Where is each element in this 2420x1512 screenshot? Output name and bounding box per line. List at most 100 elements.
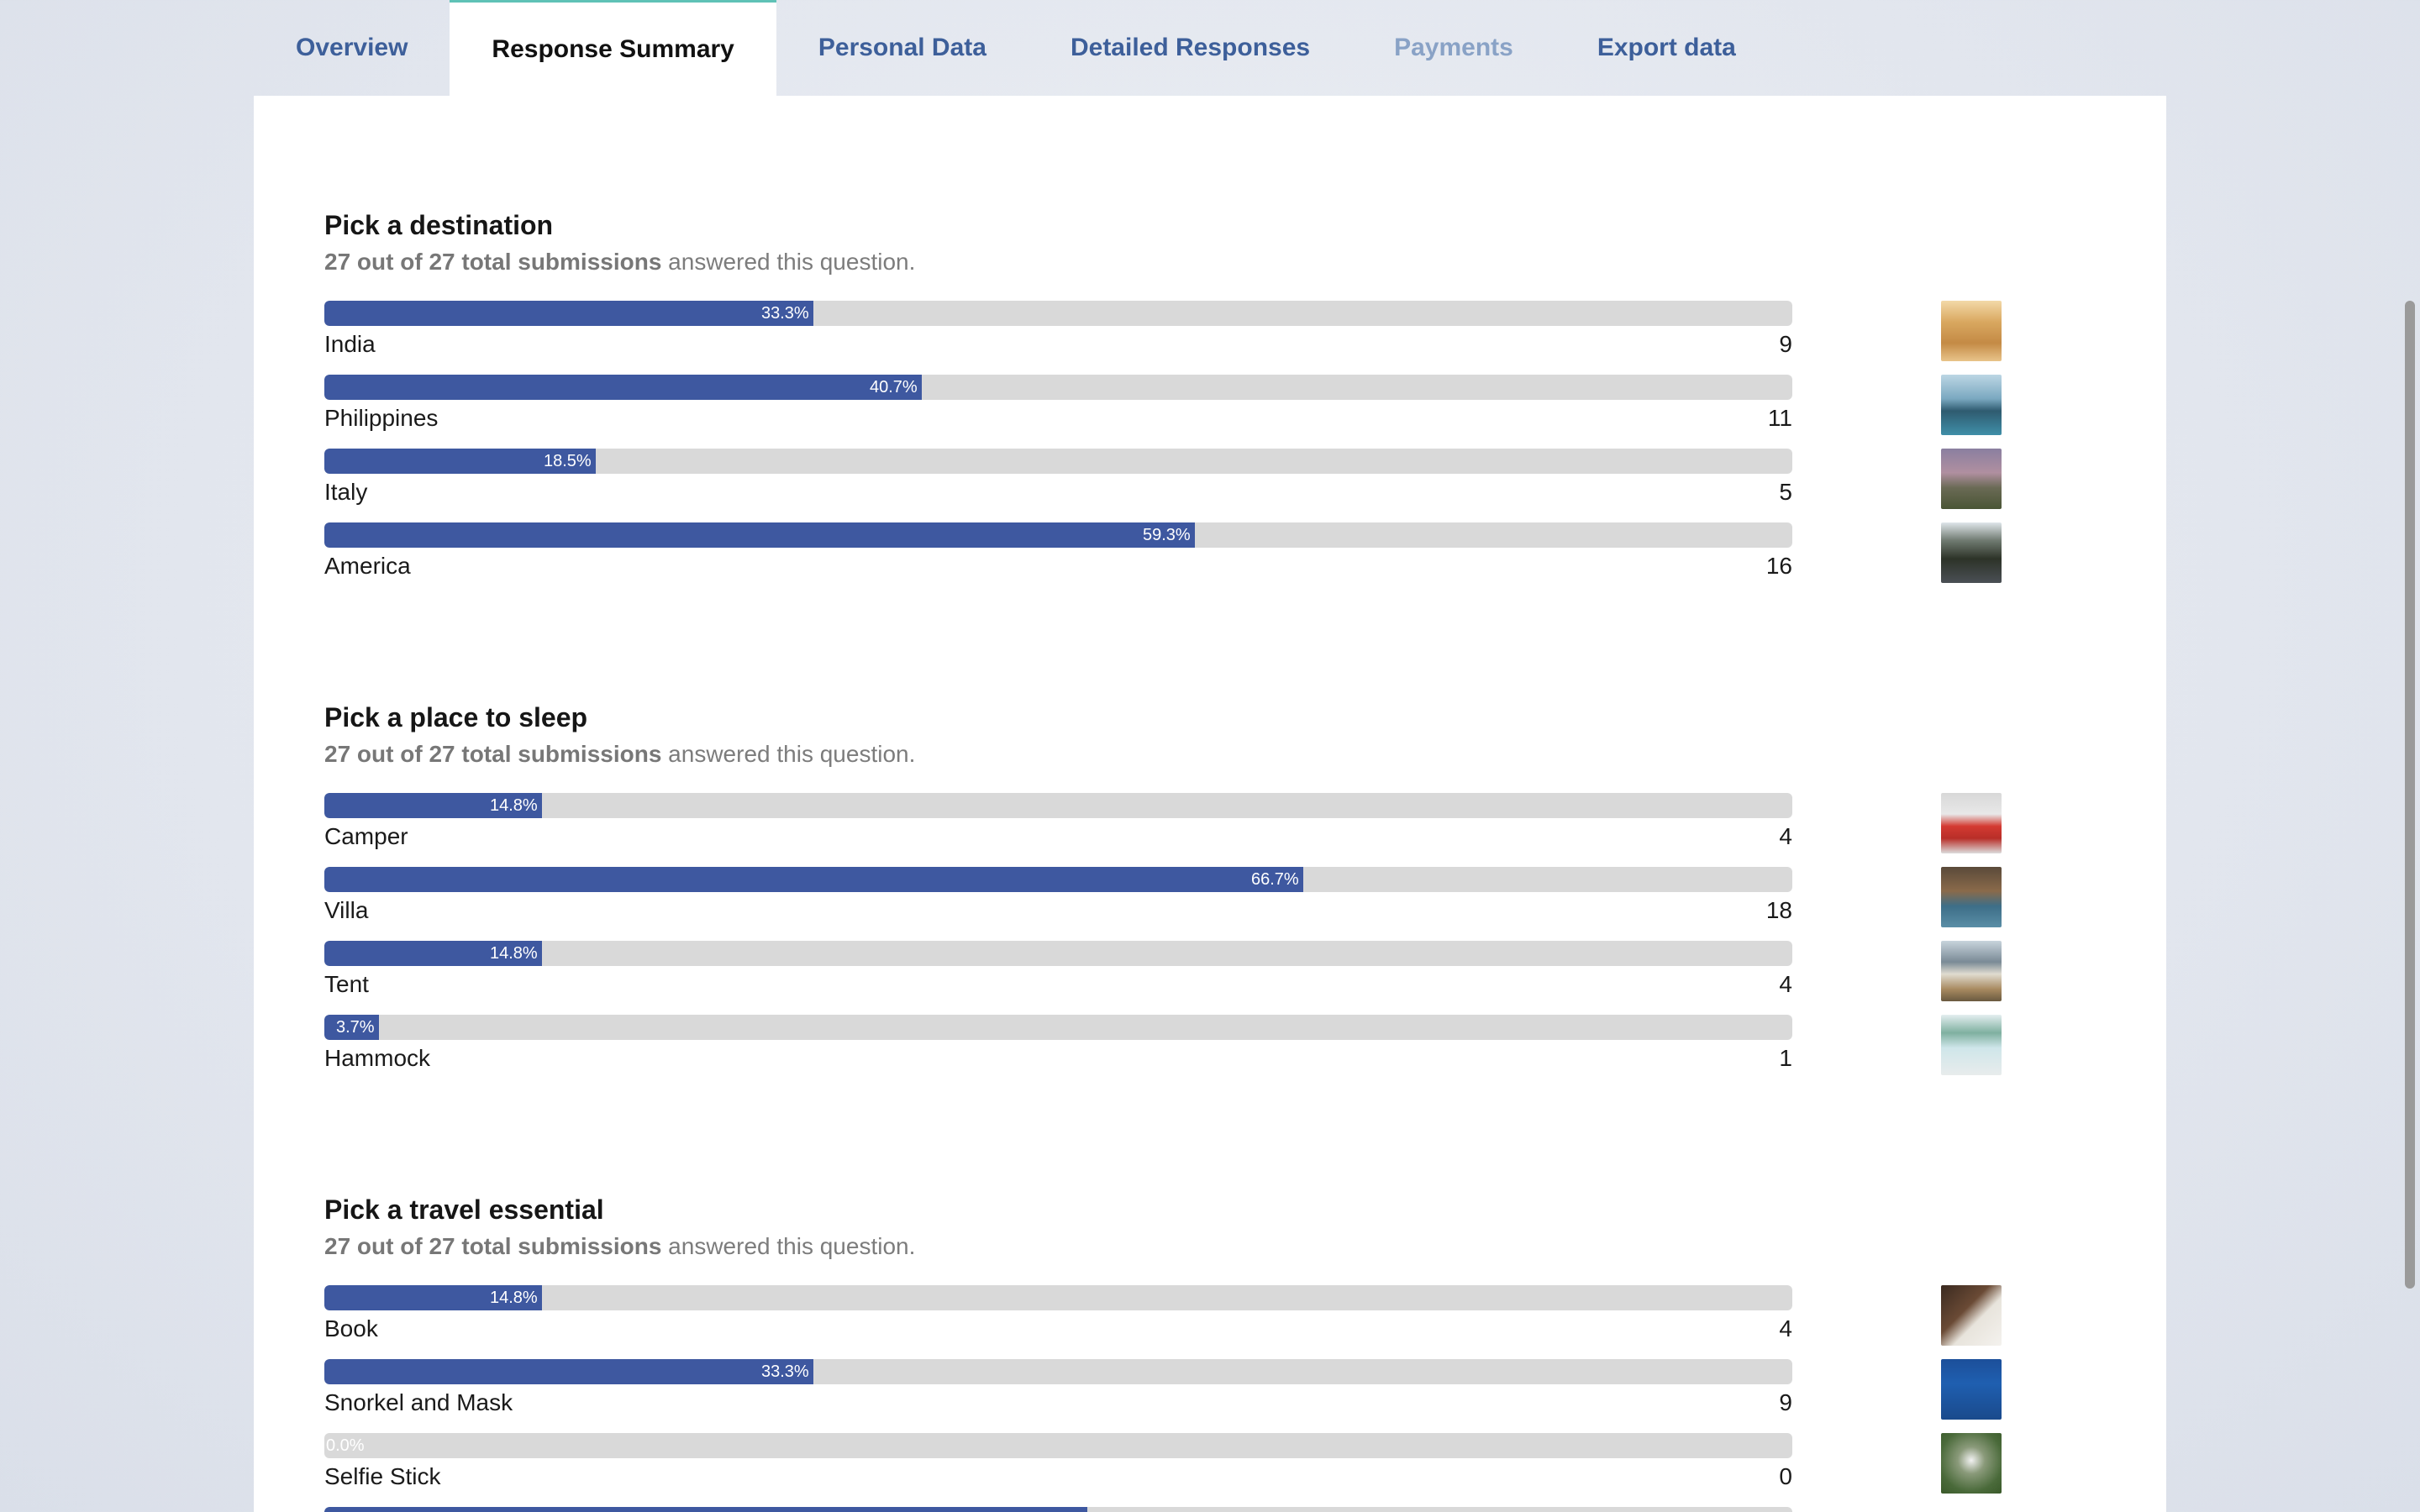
answer-count: 4 (1779, 971, 1792, 997)
submissions-count: 27 out of 27 total submissions (324, 1233, 662, 1259)
progress-fill (324, 301, 813, 326)
selfie-stick-photo (1941, 1433, 2002, 1494)
summary-text: answered this question. (661, 249, 916, 275)
question-summary: 27 out of 27 total submissions answered … (324, 247, 2047, 277)
answer-row (324, 1507, 2047, 1512)
answer-row: 18.5% Italy 5 (324, 449, 2047, 522)
percent-label: 14.8% (490, 1289, 538, 1307)
progress-bar: 33.3% (324, 1359, 1792, 1384)
progress-fill (324, 375, 922, 400)
tab-detailed-responses[interactable]: Detailed Responses (1028, 0, 1352, 96)
tab-overview[interactable]: Overview (254, 0, 450, 96)
answer-label: Camper (324, 823, 408, 849)
progress-bar: 0.0% (324, 1433, 1792, 1458)
tab-personal-data[interactable]: Personal Data (776, 0, 1028, 96)
answer-label: Book (324, 1315, 378, 1341)
answer-row: 0.0% Selfie Stick 0 (324, 1433, 2047, 1507)
percent-label: 66.7% (1251, 870, 1299, 889)
summary-text: answered this question. (661, 1233, 916, 1259)
scrollbar-thumb[interactable] (2405, 301, 2415, 1289)
tab-payments[interactable]: Payments (1352, 0, 1555, 96)
answer-label: Philippines (324, 405, 439, 431)
answer-row: 14.8% Book 4 (324, 1285, 2047, 1359)
question-section: Pick a destination 27 out of 27 total su… (324, 208, 2047, 596)
answer-row: 40.7% Philippines 11 (324, 375, 2047, 449)
answer-list: 14.8% Book 4 33.3% Snorkel and Mask 9 0.… (324, 1285, 2047, 1512)
answer-count: 9 (1779, 331, 1792, 357)
percent-label: 40.7% (870, 378, 918, 396)
villa-pool-photo (1941, 867, 2002, 927)
book-reading-photo (1941, 1285, 2002, 1346)
progress-bar: 14.8% (324, 793, 1792, 818)
progress-bar: 59.3% (324, 522, 1792, 548)
submissions-count: 27 out of 27 total submissions (324, 741, 662, 767)
answer-count: 16 (1765, 553, 1792, 579)
summary-text: answered this question. (661, 741, 916, 767)
progress-fill (324, 1359, 813, 1384)
percent-label: 14.8% (490, 944, 538, 963)
percent-label: 14.8% (490, 796, 538, 815)
question-section: Pick a travel essential 27 out of 27 tot… (324, 1193, 2047, 1512)
percent-label: 3.7% (336, 1018, 375, 1037)
progress-bar: 14.8% (324, 941, 1792, 966)
submissions-count: 27 out of 27 total submissions (324, 249, 662, 275)
progress-bar: 33.3% (324, 301, 1792, 326)
response-summary-panel: Pick a destination 27 out of 27 total su… (254, 96, 2166, 1512)
answer-label: America (324, 553, 411, 579)
answer-label: Villa (324, 897, 369, 923)
hillside-dusk-photo (1941, 449, 2002, 509)
answer-count: 4 (1779, 823, 1792, 849)
answer-count: 11 (1767, 405, 1792, 431)
answer-row: 33.3% Snorkel and Mask 9 (324, 1359, 2047, 1433)
question-summary: 27 out of 27 total submissions answered … (324, 1231, 2047, 1262)
beach-hammock-photo (1941, 1015, 2002, 1075)
progress-bar: 18.5% (324, 449, 1792, 474)
answer-count: 9 (1779, 1389, 1792, 1415)
answer-row: 3.7% Hammock 1 (324, 1015, 2047, 1089)
tab-response-summary[interactable]: Response Summary (450, 0, 776, 96)
answer-label: Snorkel and Mask (324, 1389, 513, 1415)
palace-photo (1941, 301, 2002, 361)
red-van-photo (1941, 793, 2002, 853)
answer-count: 1 (1779, 1045, 1792, 1071)
question-section: Pick a place to sleep 27 out of 27 total… (324, 701, 2047, 1089)
progress-fill (324, 522, 1195, 548)
question-title: Pick a place to sleep (324, 702, 588, 732)
answer-row: 33.3% India 9 (324, 301, 2047, 375)
percent-label: 59.3% (1143, 526, 1191, 544)
answer-row: 59.3% America 16 (324, 522, 2047, 596)
answer-count: 18 (1765, 897, 1792, 923)
progress-bar: 14.8% (324, 1285, 1792, 1310)
percent-label: 33.3% (761, 1362, 809, 1381)
progress-bar: 3.7% (324, 1015, 1792, 1040)
diver-underwater-photo (1941, 1359, 2002, 1420)
forest-road-photo (1941, 522, 2002, 583)
progress-bar (324, 1507, 1792, 1512)
percent-label: 0.0% (326, 1436, 365, 1455)
answer-label: Hammock (324, 1045, 431, 1071)
tab-export-data[interactable]: Export data (1555, 0, 1778, 96)
progress-fill (324, 1507, 1087, 1512)
scrollbar[interactable] (2400, 0, 2420, 1512)
percent-label: 18.5% (544, 452, 592, 470)
progress-bar: 40.7% (324, 375, 1792, 400)
island-rock-photo (1941, 375, 2002, 435)
answer-count: 5 (1779, 479, 1792, 505)
question-title: Pick a travel essential (324, 1194, 604, 1225)
progress-bar: 66.7% (324, 867, 1792, 892)
tent-mountain-photo (1941, 941, 2002, 1001)
answer-count: 0 (1779, 1463, 1792, 1489)
question-summary: 27 out of 27 total submissions answered … (324, 739, 2047, 769)
answer-row: 14.8% Tent 4 (324, 941, 2047, 1015)
answer-row: 14.8% Camper 4 (324, 793, 2047, 867)
answer-list: 33.3% India 9 40.7% Philippines 11 18.5%… (324, 301, 2047, 596)
answer-row: 66.7% Villa 18 (324, 867, 2047, 941)
progress-fill (324, 867, 1303, 892)
answer-label: Italy (324, 479, 368, 505)
answer-label: Tent (324, 971, 369, 997)
percent-label: 33.3% (761, 304, 809, 323)
question-title: Pick a destination (324, 210, 554, 240)
answer-label: Selfie Stick (324, 1463, 441, 1489)
answer-count: 4 (1779, 1315, 1792, 1341)
answer-label: India (324, 331, 376, 357)
